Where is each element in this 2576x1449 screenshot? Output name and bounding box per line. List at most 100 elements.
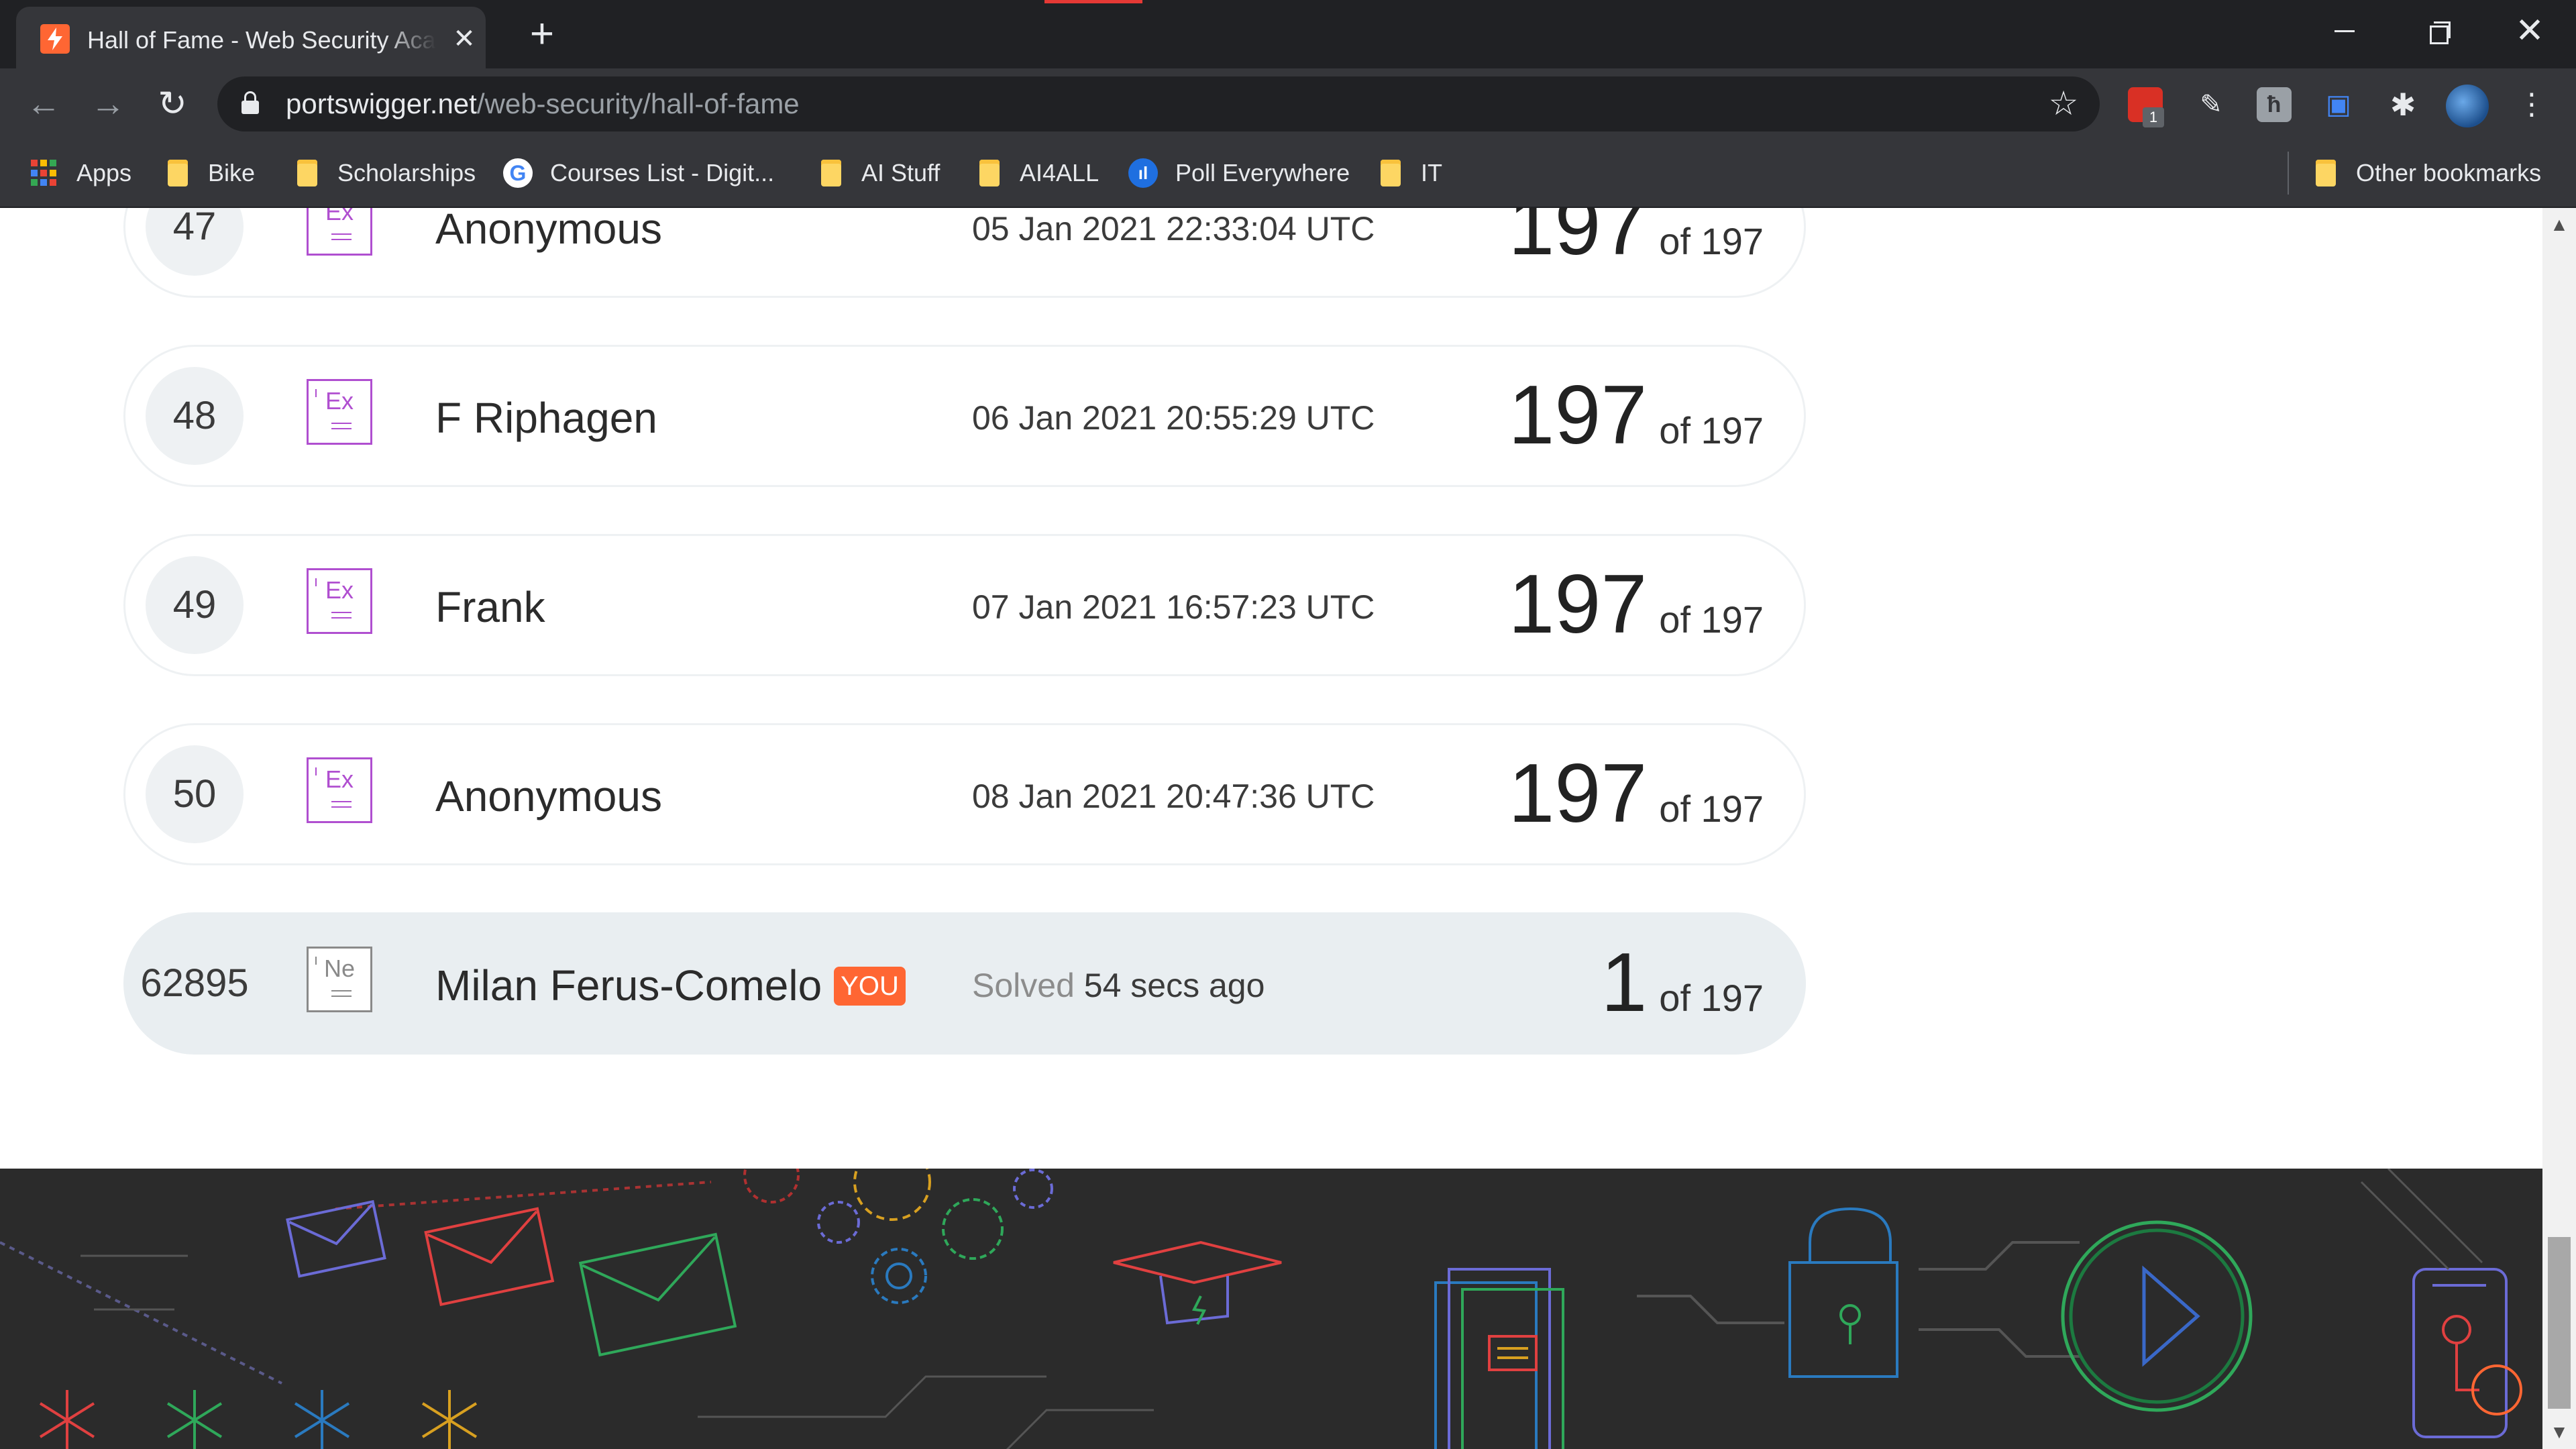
labs-total: of 197 bbox=[1659, 788, 1764, 830]
reload-icon[interactable]: ↻ bbox=[152, 83, 193, 125]
bookmark-bike[interactable]: Bike bbox=[168, 153, 255, 193]
badge-level: Ex bbox=[325, 208, 354, 225]
completion-time: 05 Jan 2021 22:33:04 UTC bbox=[972, 210, 1375, 248]
folder-icon bbox=[821, 160, 841, 186]
leaderboard-row: 47 Ex Anonymous 05 Jan 2021 22:33:04 UTC… bbox=[123, 208, 1806, 298]
player-name: F Riphagen bbox=[435, 394, 657, 442]
tab-close-icon[interactable]: ✕ bbox=[449, 24, 479, 54]
solved-label: Solved bbox=[972, 967, 1075, 1004]
scroll-thumb[interactable] bbox=[2548, 1237, 2571, 1409]
extension-gray-icon[interactable]: ħ bbox=[2257, 87, 2292, 122]
labs-solved: 1 bbox=[1601, 936, 1648, 1029]
extension-red-icon[interactable]: 1 bbox=[2128, 87, 2164, 127]
score: 1 of 197 bbox=[1601, 936, 1764, 1029]
bookmark-scholarships[interactable]: Scholarships bbox=[297, 153, 476, 193]
other-bookmarks[interactable]: Other bookmarks bbox=[2316, 153, 2541, 193]
bookmark-apps[interactable]: Apps bbox=[31, 153, 131, 193]
player-name: Anonymous bbox=[435, 772, 662, 820]
bookmark-ai-stuff[interactable]: AI Stuff bbox=[821, 153, 940, 193]
padlock-icon bbox=[1637, 1207, 2080, 1378]
bookmark-label: IT bbox=[1421, 159, 1442, 186]
labs-total: of 197 bbox=[1659, 598, 1764, 641]
score: 197 of 197 bbox=[1508, 747, 1764, 840]
folder-icon bbox=[168, 160, 188, 186]
labs-total: of 197 bbox=[1659, 220, 1764, 262]
labs-solved: 197 bbox=[1508, 747, 1648, 840]
smartphone-key-icon bbox=[2412, 1268, 2522, 1438]
labs-total: of 197 bbox=[1659, 409, 1764, 451]
labs-solved: 197 bbox=[1508, 208, 1648, 272]
player-name-text: Milan Ferus-Comelo bbox=[435, 961, 822, 1010]
extensions-puzzle-icon[interactable]: ✱ bbox=[2385, 87, 2420, 122]
bookmark-poll-everywhere[interactable]: ıl Poll Everywhere bbox=[1128, 153, 1350, 193]
rank-number: 48 bbox=[146, 367, 244, 465]
player-name: Frank bbox=[435, 583, 545, 631]
extension-pen-icon[interactable]: ✎ bbox=[2194, 87, 2229, 122]
rank-number: 47 bbox=[146, 208, 244, 276]
page-viewport: 47 Ex Anonymous 05 Jan 2021 22:33:04 UTC… bbox=[0, 208, 2542, 1449]
folder-icon bbox=[297, 160, 317, 186]
leaderboard-row: 49 Ex Frank 07 Jan 2021 16:57:23 UTC 197… bbox=[123, 534, 1806, 676]
bookmark-label: Other bookmarks bbox=[2356, 159, 2542, 186]
extension-badge: 1 bbox=[2143, 107, 2164, 127]
you-badge: YOU bbox=[834, 967, 906, 1006]
labs-solved: 197 bbox=[1508, 369, 1648, 462]
player-name: Milan Ferus-Comelo YOU bbox=[435, 959, 906, 1012]
score: 197 of 197 bbox=[1508, 208, 1764, 272]
new-tab-button[interactable]: + bbox=[521, 13, 564, 55]
bookmark-ai4all[interactable]: AI4ALL bbox=[979, 153, 1099, 193]
apps-grid-icon bbox=[31, 160, 58, 186]
bookmark-label: AI Stuff bbox=[861, 159, 941, 186]
labs-solved: 197 bbox=[1508, 558, 1648, 651]
leaderboard-row: 50 Ex Anonymous 08 Jan 2021 20:47:36 UTC… bbox=[123, 723, 1806, 865]
url-path: /web-security/hall-of-fame bbox=[476, 88, 800, 119]
badge-level: Ex bbox=[325, 387, 354, 415]
folder-icon bbox=[979, 160, 1000, 186]
circuit-lines bbox=[80, 1169, 2483, 1449]
forward-arrow-icon[interactable]: → bbox=[87, 83, 129, 125]
chrome-menu-icon[interactable]: ⋮ bbox=[2517, 87, 2546, 122]
lock-icon[interactable] bbox=[241, 91, 259, 115]
scroll-down-arrow-icon[interactable]: ▼ bbox=[2542, 1415, 2576, 1449]
browser-tab-bar: Hall of Fame - Web Security Academy ✕ + … bbox=[0, 0, 2576, 68]
badge-level: Ex bbox=[325, 765, 354, 793]
graduation-cap-icon bbox=[1113, 1240, 1282, 1325]
address-bar[interactable]: portswigger.net/web-security/hall-of-fam… bbox=[217, 76, 2100, 131]
expert-badge-icon: Ex bbox=[307, 757, 372, 823]
google-icon: G bbox=[503, 158, 533, 188]
bookmark-star-icon[interactable]: ☆ bbox=[2046, 86, 2081, 121]
minimize-window-button[interactable] bbox=[2320, 9, 2369, 52]
profile-avatar[interactable] bbox=[2446, 85, 2489, 127]
tab-title: Hall of Fame - Web Security Academy bbox=[87, 26, 436, 54]
url-text[interactable]: portswigger.net/web-security/hall-of-fam… bbox=[286, 89, 800, 119]
restore-window-button[interactable] bbox=[2412, 9, 2462, 52]
recording-indicator bbox=[1044, 0, 1142, 3]
labs-total: of 197 bbox=[1659, 977, 1764, 1019]
bookmark-it[interactable]: IT bbox=[1381, 153, 1442, 193]
asterisk-icons bbox=[39, 1390, 478, 1449]
bookmarks-divider bbox=[2288, 152, 2289, 195]
close-window-button[interactable]: ✕ bbox=[2505, 9, 2555, 52]
bookmark-label: Scholarships bbox=[337, 159, 476, 186]
back-arrow-icon[interactable]: ← bbox=[23, 83, 64, 125]
active-tab[interactable]: Hall of Fame - Web Security Academy ✕ bbox=[16, 7, 486, 68]
portswigger-favicon-icon bbox=[40, 24, 70, 54]
badge-level: Ne bbox=[323, 955, 356, 982]
scroll-up-arrow-icon[interactable]: ▲ bbox=[2542, 208, 2576, 241]
vertical-scrollbar[interactable]: ▲ ▼ bbox=[2542, 208, 2576, 1449]
badge-level: Ex bbox=[325, 576, 354, 604]
url-host: portswigger.net bbox=[286, 88, 477, 119]
score: 197 of 197 bbox=[1508, 369, 1764, 462]
bookmark-label: Poll Everywhere bbox=[1175, 159, 1350, 186]
expert-badge-icon: Ex bbox=[307, 379, 372, 445]
bookmark-courses-list[interactable]: G Courses List - Digit... bbox=[503, 153, 774, 193]
rank-number: 50 bbox=[146, 745, 244, 843]
expert-badge-icon: Ex bbox=[307, 568, 372, 634]
book-stack-icon bbox=[1434, 1268, 1564, 1449]
bookmark-label: Courses List - Digit... bbox=[550, 159, 775, 186]
envelope-icons bbox=[0, 1181, 737, 1385]
extension-blue-icon[interactable]: ▣ bbox=[2321, 87, 2356, 122]
folder-icon bbox=[2316, 160, 2336, 186]
completion-time: 08 Jan 2021 20:47:36 UTC bbox=[972, 777, 1375, 815]
bookmark-label: Apps bbox=[76, 159, 132, 186]
